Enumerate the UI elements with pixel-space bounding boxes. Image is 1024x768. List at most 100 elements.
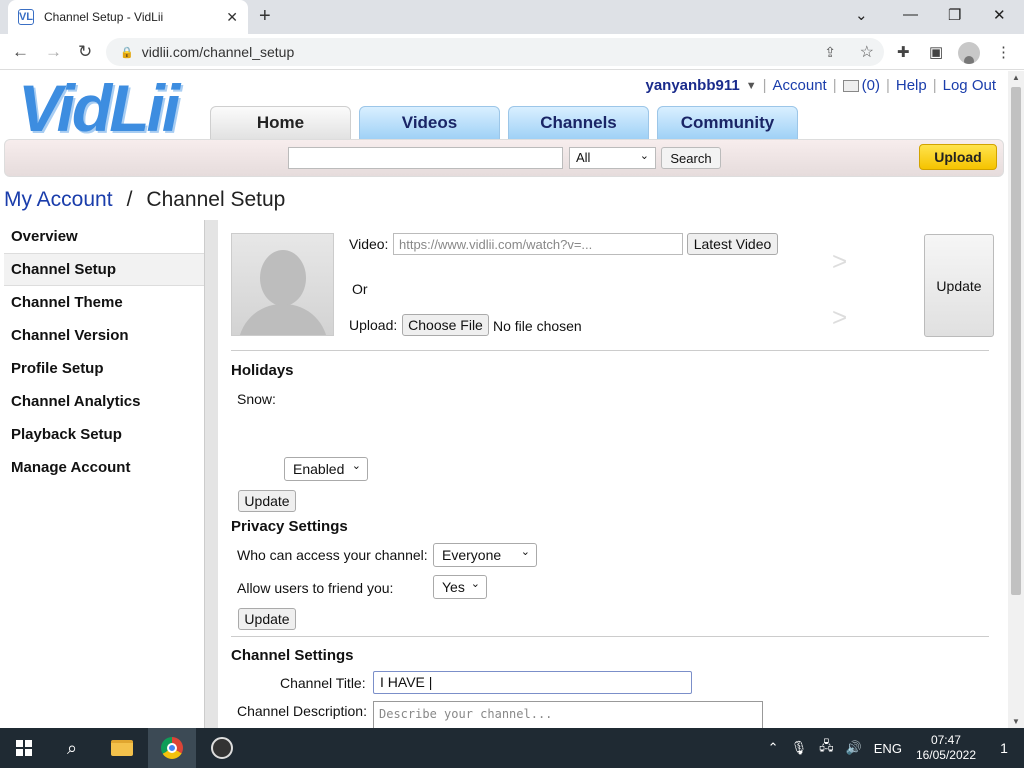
channel-title-label: Channel Title: <box>280 675 366 691</box>
sidebar-item-manage-account[interactable]: Manage Account <box>4 451 204 484</box>
clock-time: 07:47 <box>930 733 961 747</box>
choose-file-button[interactable]: Choose File <box>402 314 489 336</box>
scroll-up-icon[interactable]: ▲ <box>1012 73 1020 82</box>
vidlii-logo[interactable]: VidLii <box>18 73 180 143</box>
search-category-select[interactable]: All ⌄ <box>569 147 656 169</box>
nav-tab-channels[interactable]: Channels <box>508 106 649 140</box>
close-window-icon[interactable]: ✕ <box>993 6 1006 24</box>
upload-button[interactable]: Upload <box>919 144 997 170</box>
snow-label: Snow: <box>237 391 276 407</box>
tray-chevron-up-icon[interactable]: ⌃ <box>768 740 779 756</box>
holidays-heading: Holidays <box>231 362 294 379</box>
lock-icon[interactable]: 🔒 <box>120 46 134 59</box>
restore-icon[interactable]: ❐ <box>948 6 961 24</box>
browser-tab-bar: VL Channel Setup - VidLii ✕ + ⌄ — ❐ ✕ <box>0 0 1024 34</box>
minimize-icon[interactable]: — <box>903 6 918 23</box>
volume-icon[interactable]: 🔊 <box>846 740 862 756</box>
sidebar-item-profile-setup[interactable]: Profile Setup <box>4 352 204 385</box>
page-scrollbar[interactable]: ▲ ▼ <box>1008 71 1024 728</box>
taskbar-search-icon[interactable]: ⌕ <box>48 728 96 768</box>
sidebar-item-channel-setup[interactable]: Channel Setup <box>4 253 204 286</box>
section-divider <box>231 350 989 351</box>
taskbar-clock[interactable]: 07:47 16/05/2022 <box>916 733 976 763</box>
user-links: yanyanbb911 ▼ | Account | (0) | Help | L… <box>645 77 996 94</box>
browser-toolbar: ← → ↻ 🔒 vidlii.com/channel_setup ⇪ ☆ ✚ ▣… <box>0 34 1024 70</box>
search-input[interactable] <box>288 147 563 169</box>
url-text: vidlii.com/channel_setup <box>141 44 295 60</box>
upload-label: Upload: <box>349 317 398 333</box>
privacy-update-button[interactable]: Update <box>238 608 296 630</box>
profile-avatar-icon[interactable] <box>958 42 980 64</box>
search-bar: All ⌄ Search Upload <box>4 139 1004 177</box>
channel-description-label: Channel Description: <box>237 703 367 719</box>
latest-video-button[interactable]: Latest Video <box>687 233 778 255</box>
close-tab-icon[interactable]: ✕ <box>226 9 238 26</box>
language-indicator[interactable]: ENG <box>874 741 902 756</box>
avatar-update-button[interactable]: Update <box>924 234 994 337</box>
back-icon[interactable]: ← <box>12 42 29 62</box>
search-button[interactable]: Search <box>661 147 721 169</box>
snow-select[interactable]: Enabled ⌄ <box>284 457 368 481</box>
chrome-taskbar-icon[interactable] <box>148 728 196 768</box>
channel-title-input[interactable]: I HAVE | <box>373 671 692 694</box>
sidebar-divider <box>204 220 218 728</box>
new-tab-button[interactable]: + <box>259 6 271 26</box>
nav-tab-videos[interactable]: Videos <box>359 106 500 140</box>
forward-icon[interactable]: → <box>45 42 62 62</box>
arrow-right-icon: > <box>832 246 848 276</box>
sidebar-item-channel-version[interactable]: Channel Version <box>4 319 204 352</box>
sidebar-item-channel-analytics[interactable]: Channel Analytics <box>4 385 204 418</box>
breadcrumb: My Account / Channel Setup <box>4 188 286 211</box>
friend-select[interactable]: Yes ⌄ <box>433 575 487 599</box>
obs-taskbar-icon[interactable] <box>198 728 246 768</box>
reload-icon[interactable]: ↻ <box>78 42 92 62</box>
no-file-chosen-text: No file chosen <box>493 318 582 334</box>
holidays-update-button[interactable]: Update <box>238 490 296 512</box>
username-link[interactable]: yanyanbb911 <box>645 77 739 94</box>
sidebar-item-channel-theme[interactable]: Channel Theme <box>4 286 204 319</box>
video-url-input[interactable]: https://www.vidlii.com/watch?v=... <box>393 233 683 255</box>
sidebar-item-overview[interactable]: Overview <box>4 220 204 253</box>
share-icon[interactable]: ⇪ <box>824 44 836 61</box>
scroll-down-icon[interactable]: ▼ <box>1012 717 1020 726</box>
breadcrumb-my-account[interactable]: My Account <box>4 188 113 211</box>
video-label: Video: <box>349 236 389 252</box>
clock-date: 16/05/2022 <box>915 748 976 762</box>
logout-link[interactable]: Log Out <box>943 77 996 94</box>
side-panel-icon[interactable]: ▣ <box>929 43 943 61</box>
extensions-icon[interactable]: ✚ <box>897 43 910 61</box>
inbox-link[interactable]: (0) <box>842 77 880 94</box>
help-link[interactable]: Help <box>896 77 927 94</box>
friend-label: Allow users to friend you: <box>237 580 394 596</box>
notifications-icon[interactable]: 1 <box>990 734 1018 762</box>
arrow-right-icon: > <box>832 302 848 332</box>
nav-tab-home[interactable]: Home <box>210 106 351 140</box>
nav-tab-community[interactable]: Community <box>657 106 798 140</box>
scrollbar-thumb[interactable] <box>1011 87 1021 595</box>
windows-logo-icon <box>16 740 32 756</box>
channel-avatar <box>231 233 334 336</box>
user-dropdown-icon[interactable]: ▼ <box>746 80 757 92</box>
network-icon[interactable]: 🖧 <box>819 737 834 759</box>
account-link[interactable]: Account <box>773 77 827 94</box>
tab-search-icon[interactable]: ⌄ <box>855 6 868 24</box>
start-button[interactable] <box>0 728 48 768</box>
sidebar-item-playback-setup[interactable]: Playback Setup <box>4 418 204 451</box>
account-sidebar: Overview Channel Setup Channel Theme Cha… <box>4 220 204 728</box>
browser-tab[interactable]: VL Channel Setup - VidLii ✕ <box>8 0 248 34</box>
or-label: Or <box>352 281 368 297</box>
address-bar[interactable]: 🔒 vidlii.com/channel_setup ⇪ ☆ <box>106 38 884 66</box>
default-avatar-head <box>260 250 306 306</box>
file-explorer-icon[interactable] <box>98 728 146 768</box>
access-label: Who can access your channel: <box>237 547 428 563</box>
channel-settings-heading: Channel Settings <box>231 647 354 664</box>
browser-menu-icon[interactable]: ⋮ <box>996 43 1011 61</box>
microphone-icon[interactable]: 🎙 <box>791 740 808 756</box>
chevron-down-icon: ⌄ <box>639 150 649 162</box>
chevron-down-icon: ⌄ <box>520 546 530 558</box>
access-select[interactable]: Everyone ⌄ <box>433 543 537 567</box>
bookmark-star-icon[interactable]: ☆ <box>860 42 874 62</box>
web-page: VidLii yanyanbb911 ▼ | Account | (0) | H… <box>0 71 1008 728</box>
channel-description-textarea[interactable]: Describe your channel... <box>373 701 763 728</box>
system-tray: ⌃ 🎙 🖧 🔊 ENG 07:47 16/05/2022 1 <box>762 728 1024 768</box>
